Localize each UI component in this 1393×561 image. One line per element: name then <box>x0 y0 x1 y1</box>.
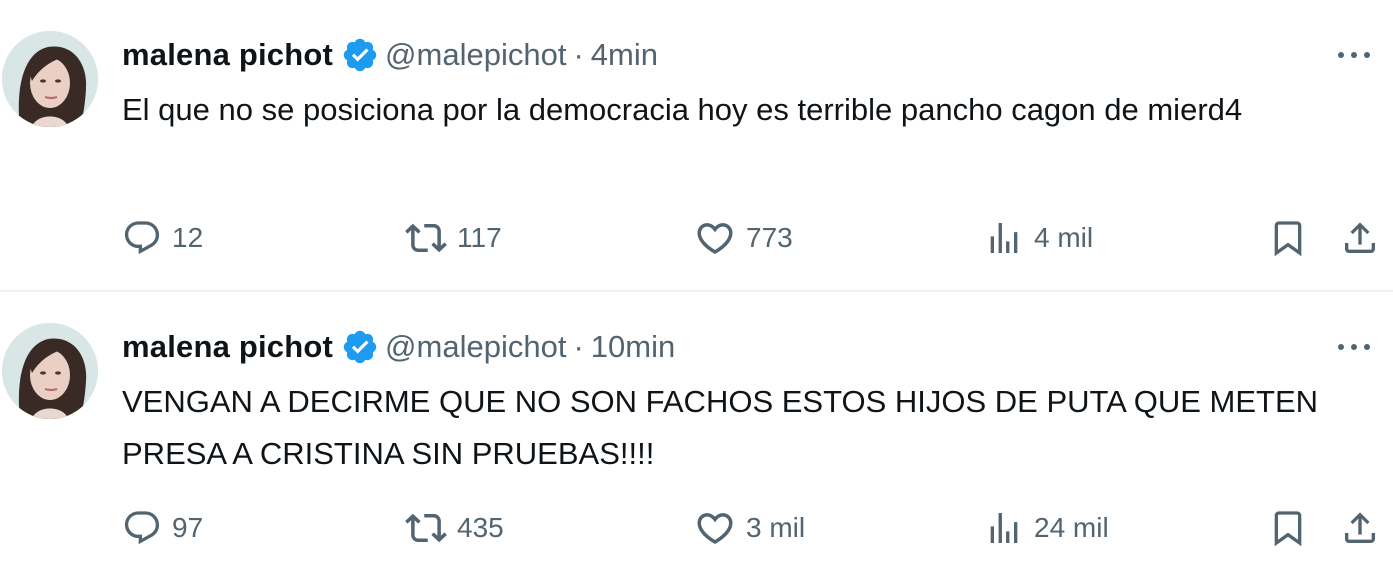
more-options-icon[interactable] <box>1329 325 1379 369</box>
retweet-count: 117 <box>457 222 502 253</box>
tweet-actions: 12 117 773 4 mil <box>0 213 1393 263</box>
share-button[interactable] <box>1340 503 1380 553</box>
separator-dot: · <box>573 329 584 364</box>
retweet-button[interactable]: 435 <box>405 503 504 553</box>
like-count: 3 mil <box>746 512 806 543</box>
tweet-text: El que no se posiciona por la democracia… <box>122 92 1243 127</box>
author-name[interactable]: malena pichot <box>122 37 333 73</box>
avatar[interactable] <box>2 31 98 127</box>
like-count: 773 <box>746 222 793 253</box>
author-handle[interactable]: @malepichot <box>385 37 566 73</box>
verified-badge-icon <box>341 36 379 74</box>
author-handle[interactable]: @malepichot <box>385 329 566 365</box>
tweet-header: malena pichot @malepichot · 4min <box>122 33 658 77</box>
views-button[interactable]: 24 mil <box>984 503 1109 553</box>
tweet-text: VENGAN A DECIRME QUE NO SON FACHOS ESTOS… <box>122 384 1327 471</box>
like-button[interactable]: 3 mil <box>694 503 805 553</box>
timestamp[interactable]: 4min <box>591 37 658 73</box>
like-icon <box>697 223 733 255</box>
tweet-actions: 97 435 3 mil 24 mil <box>0 503 1393 553</box>
views-count: 4 mil <box>1034 222 1094 253</box>
bookmark-icon <box>1274 511 1302 547</box>
retweet-count: 435 <box>457 512 504 543</box>
tweet-header: malena pichot @malepichot · 10min <box>122 325 675 369</box>
like-icon <box>697 513 733 545</box>
tweet[interactable]: malena pichot @malepichot · 4min El que … <box>0 0 1393 290</box>
retweet-icon <box>405 223 447 253</box>
bookmark-icon <box>1274 221 1302 257</box>
retweet-icon <box>405 513 447 543</box>
verified-badge-icon <box>341 328 379 366</box>
more-options-icon[interactable] <box>1329 33 1379 77</box>
tweet[interactable]: malena pichot @malepichot · 10min VENGAN… <box>0 292 1393 561</box>
reply-icon <box>124 511 160 545</box>
timestamp[interactable]: 10min <box>591 329 675 365</box>
views-button[interactable]: 4 mil <box>984 213 1093 263</box>
reply-count: 97 <box>172 512 204 543</box>
reply-icon <box>124 221 160 255</box>
views-count: 24 mil <box>1034 512 1109 543</box>
views-icon <box>990 513 1018 543</box>
bookmark-button[interactable] <box>1268 503 1308 553</box>
share-button[interactable] <box>1340 213 1380 263</box>
separator-dot: · <box>573 37 584 72</box>
reply-button[interactable]: 12 <box>122 213 203 263</box>
retweet-button[interactable]: 117 <box>405 213 502 263</box>
reply-count: 12 <box>172 222 204 253</box>
like-button[interactable]: 773 <box>694 213 793 263</box>
avatar[interactable] <box>2 323 98 419</box>
author-name[interactable]: malena pichot <box>122 329 333 365</box>
share-icon <box>1345 512 1375 543</box>
timeline-feed: malena pichot @malepichot · 4min El que … <box>0 0 1393 561</box>
reply-button[interactable]: 97 <box>122 503 203 553</box>
bookmark-button[interactable] <box>1268 213 1308 263</box>
share-icon <box>1345 222 1375 253</box>
views-icon <box>990 223 1018 253</box>
